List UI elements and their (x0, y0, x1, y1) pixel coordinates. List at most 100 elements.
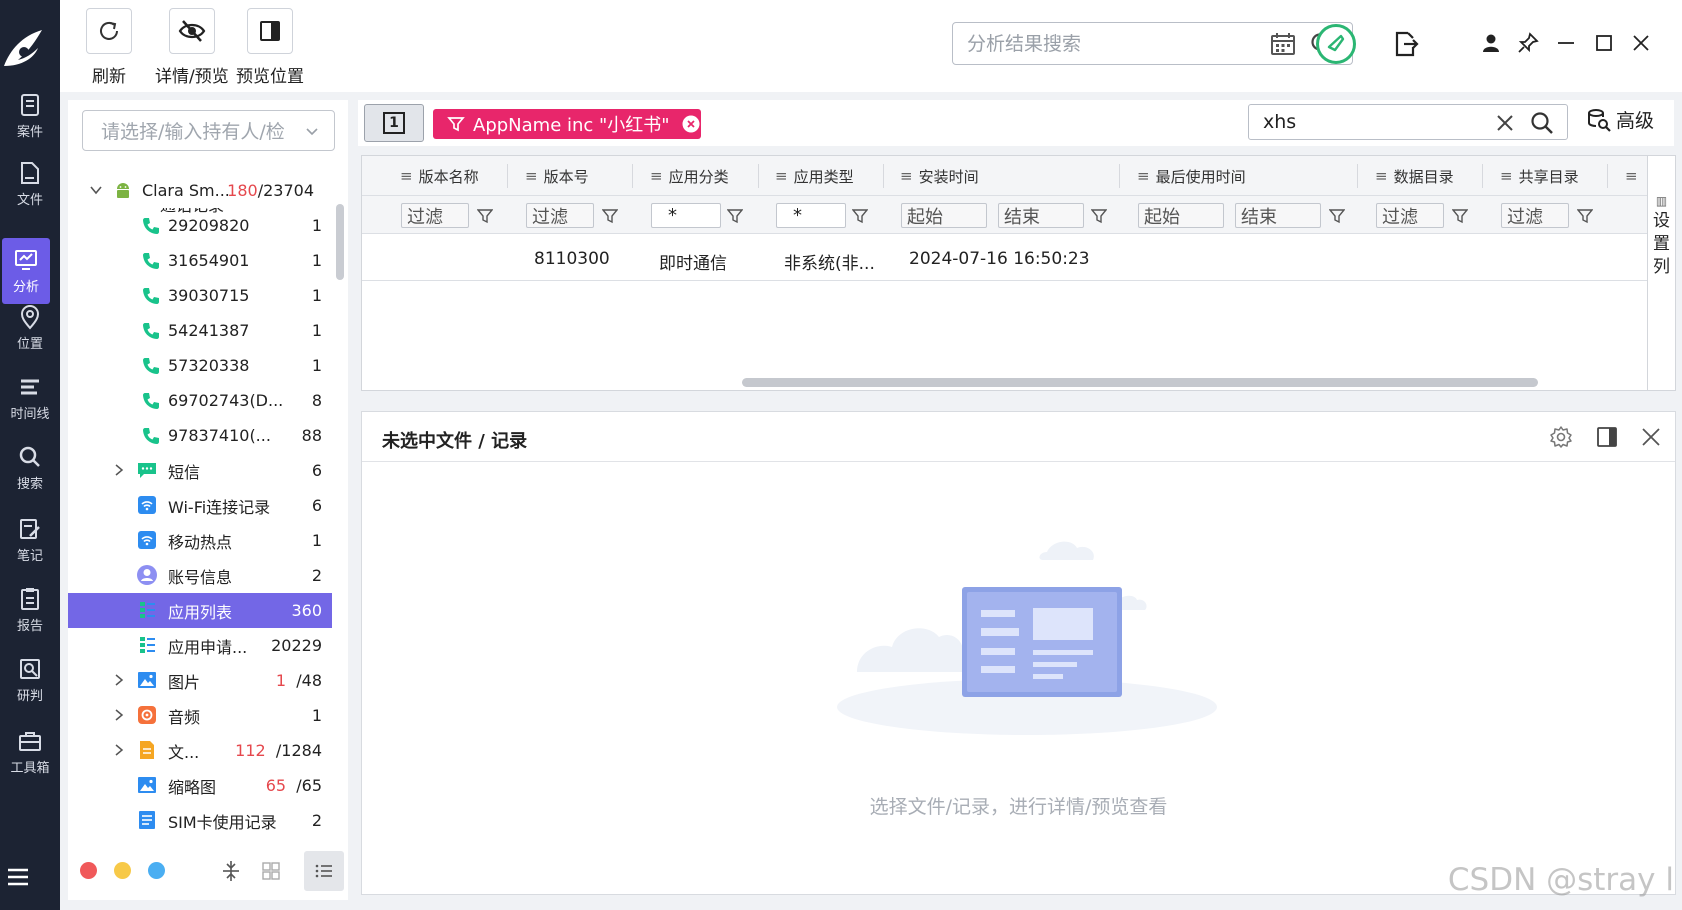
close-icon[interactable] (1640, 426, 1662, 448)
tree-row-wifi[interactable]: Wi-Fi连接记录 6 (68, 488, 332, 523)
column-header[interactable]: ≡ 版本名称 (400, 156, 479, 196)
column-filter-input[interactable]: * (651, 203, 721, 228)
tree-row-thumbnails[interactable]: 缩略图 65 /65 (68, 768, 332, 803)
yellow-dot[interactable] (114, 862, 131, 879)
tree-device-row[interactable]: Clara Sm... 180/23704 (68, 173, 332, 208)
column-count-button[interactable]: 1 (364, 104, 424, 142)
column-filter-input[interactable]: 过滤 (1501, 203, 1569, 228)
filter-icon[interactable] (602, 208, 618, 224)
user-icon[interactable] (1480, 32, 1502, 54)
filter-icon[interactable] (477, 208, 493, 224)
analysis-search-box[interactable] (952, 22, 1353, 65)
nav-item-file[interactable]: 文件 (0, 152, 60, 216)
tree-row-sms[interactable]: 短信 6 (68, 453, 332, 488)
filter-icon[interactable] (727, 208, 743, 224)
close-window-icon[interactable] (1630, 32, 1652, 54)
status-ok-icon[interactable] (1315, 23, 1357, 65)
nav-item-case[interactable]: 案件 (0, 84, 60, 148)
panel-right-icon[interactable] (1595, 425, 1619, 449)
nav-item-note[interactable]: 笔记 (0, 508, 60, 572)
filter-icon[interactable] (852, 208, 868, 224)
filter-icon[interactable] (1577, 208, 1593, 224)
tree-row-documents[interactable]: 文... 112 /1284 (68, 733, 332, 768)
image-icon (138, 672, 156, 688)
tree-row-phone[interactable]: 29209820 1 (68, 208, 332, 243)
nav-item-analysis[interactable]: 分析 (2, 238, 50, 304)
chevron-right-icon[interactable] (112, 463, 126, 477)
date-end-input[interactable]: 结束 (998, 203, 1084, 228)
hamburger-menu-icon[interactable] (6, 866, 30, 888)
calendar-icon[interactable] (1270, 31, 1296, 57)
grid-view-icon[interactable] (261, 861, 281, 881)
chevron-right-icon[interactable] (112, 708, 126, 722)
tree-row-sim[interactable]: SIM卡使用记录 2 (68, 803, 332, 838)
column-filter-input[interactable]: 过滤 (526, 203, 594, 228)
red-dot[interactable] (80, 862, 97, 879)
tree-row-images[interactable]: 图片 1 /48 (68, 663, 332, 698)
chevron-right-icon[interactable] (112, 673, 126, 687)
horizontal-scrollbar[interactable] (742, 378, 1538, 387)
date-start-input[interactable]: 起始 (901, 203, 987, 228)
maximize-icon[interactable] (1593, 32, 1615, 54)
blue-dot[interactable] (148, 862, 165, 879)
nav-item-timeline[interactable]: 时间线 (0, 366, 60, 430)
tree-row-app-list[interactable]: 应用列表 360 (68, 593, 332, 628)
date-start-input[interactable]: 起始 (1138, 203, 1224, 228)
nav-item-search[interactable]: 搜索 (0, 436, 60, 500)
advanced-search-button[interactable]: 高级 (1586, 106, 1654, 133)
phone-icon (143, 288, 159, 304)
nav-item-toolbox[interactable]: 工具箱 (0, 720, 60, 784)
column-header[interactable]: ≡ 共享目录 (1500, 156, 1579, 196)
filter-icon[interactable] (1329, 208, 1345, 224)
tree-row-account[interactable]: 账号信息 2 (68, 558, 332, 593)
tree-row-hotspot[interactable]: 移动热点 1 (68, 523, 332, 558)
date-end-input[interactable]: 结束 (1235, 203, 1321, 228)
nav-item-report[interactable]: 报告 (0, 578, 60, 642)
search-icon[interactable] (1529, 110, 1555, 136)
holder-select[interactable]: 请选择/输入持有人/检 (82, 110, 335, 151)
tree-row-app-request[interactable]: 应用申请... 20229 (68, 628, 332, 663)
nav-item-location[interactable]: 位置 (0, 296, 60, 360)
list-view-button[interactable] (304, 851, 344, 891)
nav-item-judge[interactable]: 研判 (0, 648, 60, 712)
minimize-icon[interactable] (1555, 32, 1577, 54)
pin-icon[interactable] (1517, 32, 1539, 54)
filter-icon[interactable] (1452, 208, 1468, 224)
column-filter-input[interactable]: * (776, 203, 846, 228)
tree-row-phone[interactable]: 39030715 1 (68, 278, 332, 313)
tree-row-phone[interactable]: 54241387 1 (68, 313, 332, 348)
column-header[interactable]: ≡ 最后使用时间 (1137, 156, 1246, 196)
column-header[interactable]: ≡ 版本号 (525, 156, 589, 196)
remove-filter-icon[interactable] (682, 115, 700, 133)
column-header[interactable]: ≡ 应用类型 (775, 156, 854, 196)
column-settings-button[interactable]: ▥ 设 置 列 (1647, 156, 1675, 390)
column-header[interactable]: ≡ 数据目录 (1375, 156, 1454, 196)
column-filter-input[interactable]: 过滤 (401, 203, 469, 228)
tree-row-phone[interactable]: 97837410(... 88 (68, 418, 332, 453)
refresh-button[interactable]: 刷新 (86, 8, 132, 87)
column-header-partial[interactable]: ≡ (1625, 156, 1644, 196)
tree-row-count: 1 (311, 706, 322, 725)
keyword-input[interactable] (1263, 110, 1483, 134)
detail-preview-button[interactable]: 详情/预览 (155, 8, 229, 87)
tree-row-audio[interactable]: 音频 1 (68, 698, 332, 733)
tree-row-count-red: 112 (235, 741, 266, 760)
analysis-search-input[interactable] (967, 31, 1257, 57)
gear-icon[interactable] (1549, 425, 1573, 449)
collapse-all-icon[interactable] (220, 859, 242, 883)
tree-row-phone[interactable]: 57320338 1 (68, 348, 332, 383)
column-filter-input[interactable]: 过滤 (1376, 203, 1444, 228)
filter-icon[interactable] (1091, 208, 1107, 224)
export-icon[interactable] (1392, 30, 1420, 58)
column-header[interactable]: ≡ 安装时间 (900, 156, 979, 196)
clear-icon[interactable] (1495, 113, 1515, 133)
keyword-search-box[interactable] (1248, 104, 1568, 140)
column-header[interactable]: ≡ 应用分类 (650, 156, 729, 196)
tree-scrollbar[interactable] (336, 204, 344, 280)
chevron-right-icon[interactable] (112, 743, 126, 757)
active-filter-chip[interactable]: AppName inc "小红书" (433, 109, 701, 139)
preview-position-button[interactable]: 预览位置 (236, 8, 304, 87)
tree-row-phone[interactable]: 31654901 1 (68, 243, 332, 278)
chevron-down-icon[interactable] (89, 183, 103, 197)
tree-row-phone[interactable]: 69702743(D... 8 (68, 383, 332, 418)
